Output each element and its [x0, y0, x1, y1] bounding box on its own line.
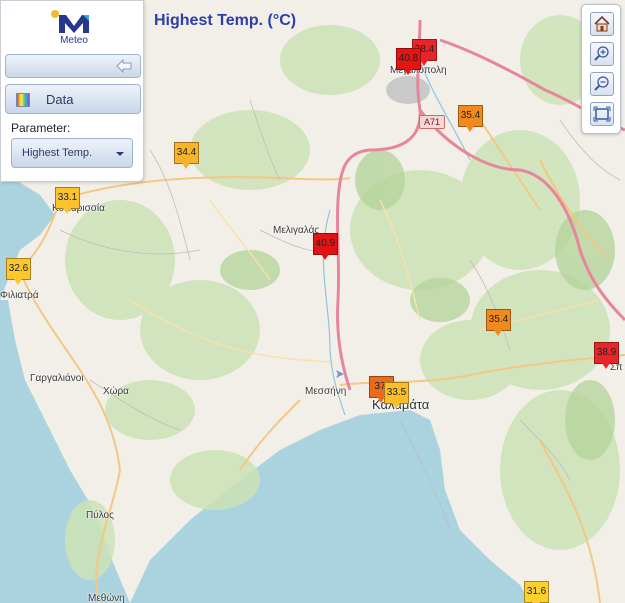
data-button-label: Data — [46, 92, 74, 107]
full-extent-icon — [593, 106, 611, 122]
marker-pointer — [321, 254, 329, 260]
marker-pointer — [404, 69, 412, 75]
temperature-value: 40.8 — [396, 48, 421, 70]
temperature-marker[interactable]: 40.8 — [396, 48, 421, 76]
place-label-chora: Χώρα — [103, 386, 129, 397]
collapse-panel-button[interactable] — [5, 54, 141, 78]
zoom-in-button[interactable] — [590, 42, 614, 66]
place-label-methoni: Μεθώνη — [88, 593, 125, 603]
chevron-down-icon — [116, 152, 124, 156]
temperature-marker[interactable]: 33.1 — [55, 187, 80, 215]
home-button[interactable] — [590, 12, 614, 36]
temperature-value: 35.4 — [458, 105, 483, 127]
marker-pointer — [494, 330, 502, 336]
temperature-value: 33.5 — [384, 382, 409, 404]
marker-pointer — [14, 279, 22, 285]
temperature-value: 31.6 — [524, 581, 549, 603]
logo-text: Meteo — [60, 35, 88, 46]
home-icon — [594, 15, 610, 32]
temperature-marker[interactable]: 35.4 — [458, 105, 483, 133]
parameter-label: Parameter: — [11, 121, 71, 135]
temperature-marker[interactable]: 33.5 — [384, 382, 409, 410]
marker-pointer — [420, 60, 428, 66]
temperature-marker[interactable]: 32.6 — [6, 258, 31, 286]
temperature-marker[interactable]: 35.4 — [486, 309, 511, 337]
temperature-marker[interactable]: 34.4 — [174, 142, 199, 170]
temperature-marker[interactable]: 40.9 — [313, 233, 338, 261]
full-extent-button[interactable] — [590, 102, 614, 126]
temperature-value: 33.1 — [55, 187, 80, 209]
parameter-selected-value: Highest Temp. — [22, 147, 93, 159]
place-label-pylos: Πύλος — [86, 510, 114, 521]
road-shield-a71: A71 — [419, 115, 445, 129]
zoom-out-button[interactable] — [590, 72, 614, 96]
place-label-filiatra: Φιλιατρά — [0, 290, 39, 301]
data-button[interactable]: Data — [5, 84, 141, 114]
temperature-marker[interactable]: 31.6 — [524, 581, 549, 603]
marker-pointer — [182, 163, 190, 169]
map-toolbar — [581, 4, 621, 134]
place-label-gargaliani: Γαργαλιάνοι — [30, 373, 84, 384]
control-panel: Meteo Data Parameter: Highest Temp. — [0, 0, 144, 182]
arrow-left-icon — [116, 58, 132, 78]
place-label-messini: Μεσσήνη — [305, 386, 347, 397]
map-title: Highest Temp. (°C) — [154, 12, 297, 29]
meteo-logo: Meteo — [49, 9, 99, 47]
marker-pointer — [602, 363, 610, 369]
temperature-value: 35.4 — [486, 309, 511, 331]
parameter-select[interactable]: Highest Temp. — [11, 138, 133, 168]
temperature-value: 32.6 — [6, 258, 31, 280]
temperature-value: 34.4 — [174, 142, 199, 164]
temperature-value: 38.9 — [594, 342, 619, 364]
marker-pointer — [392, 403, 400, 409]
marker-pointer — [63, 208, 71, 214]
marker-pointer — [466, 126, 474, 132]
color-palette-icon — [16, 93, 30, 107]
zoom-out-icon — [594, 76, 609, 91]
zoom-in-icon — [594, 46, 609, 61]
temperature-marker[interactable]: 38.9 — [594, 342, 619, 370]
temperature-value: 40.9 — [313, 233, 338, 255]
